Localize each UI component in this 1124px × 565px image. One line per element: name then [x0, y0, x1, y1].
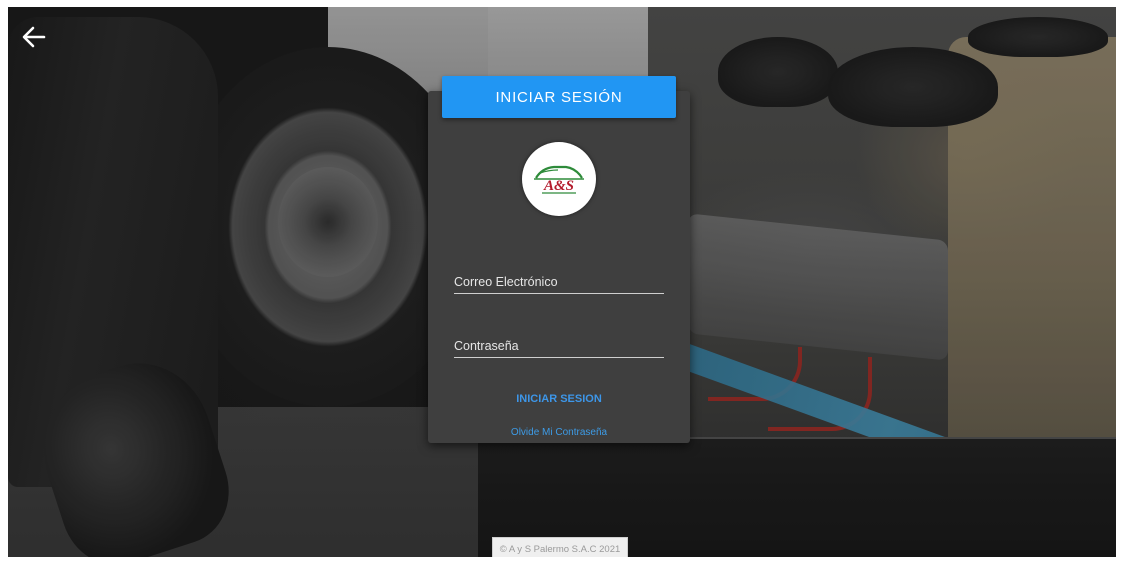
app-frame: INICIAR SESIÓN A&S INICIAR SESION Olvide… — [8, 7, 1116, 557]
back-button[interactable] — [20, 25, 48, 49]
password-input[interactable] — [454, 339, 664, 353]
copyright-footer: © A y S Palermo S.A.C 2021 — [492, 537, 628, 557]
company-logo: A&S — [522, 142, 596, 216]
login-button[interactable]: INICIAR SESION — [428, 393, 690, 405]
login-card-title: INICIAR SESIÓN — [442, 76, 676, 118]
password-field[interactable] — [454, 327, 664, 358]
email-input[interactable] — [454, 275, 664, 289]
svg-text:A&S: A&S — [543, 178, 574, 194]
car-logo-icon: A&S — [534, 165, 584, 194]
login-card: INICIAR SESIÓN A&S INICIAR SESION Olvide… — [428, 76, 690, 443]
arrow-left-icon — [22, 26, 46, 48]
email-field[interactable] — [454, 263, 664, 294]
forgot-password-link[interactable]: Olvide Mi Contraseña — [428, 427, 690, 438]
